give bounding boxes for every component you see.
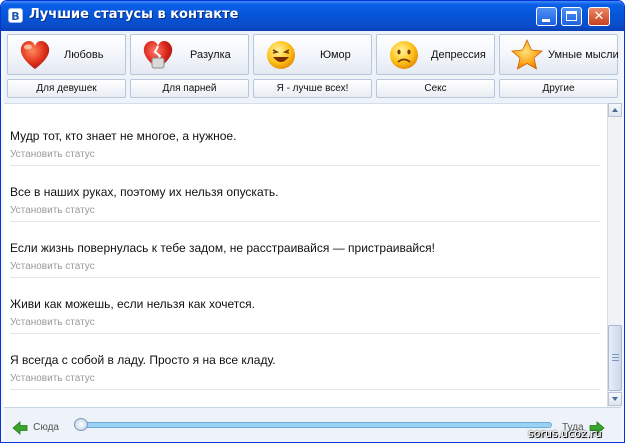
list-item: Мудр тот, кто знает не многое, а нужное.… bbox=[10, 110, 600, 166]
window-title: Лучшие статусы в контакте bbox=[29, 7, 239, 22]
minimize-button[interactable] bbox=[536, 7, 557, 26]
set-status-link[interactable]: Установить статус bbox=[10, 373, 95, 384]
category-smart-thoughts-button[interactable]: Умные мысли bbox=[499, 34, 619, 75]
vk-logo-icon: В bbox=[8, 8, 23, 23]
subcategory-girls-button[interactable]: Для девушек bbox=[7, 79, 126, 98]
minimize-icon bbox=[542, 19, 550, 22]
category-depression-button[interactable]: Депрессия bbox=[376, 34, 495, 75]
status-text: Я всегда с собой в ладу. Просто я на все… bbox=[10, 353, 276, 367]
set-status-link[interactable]: Установить статус bbox=[10, 205, 95, 216]
set-status-link[interactable]: Установить статус bbox=[10, 261, 95, 272]
category-label: Депрессия bbox=[431, 49, 486, 61]
close-icon: ✕ bbox=[593, 9, 605, 24]
maximize-button[interactable] bbox=[561, 7, 582, 26]
laughing-smiley-icon bbox=[267, 41, 295, 69]
arrow-left-icon bbox=[12, 420, 28, 435]
status-list: Мудр тот, кто знает не многое, а нужное.… bbox=[4, 103, 607, 407]
app-window: В Лучшие статусы в контакте ✕ Любовь Раз… bbox=[0, 0, 625, 443]
back-label: Сюда bbox=[33, 422, 59, 433]
list-item: Живи как можешь, если нельзя как хочется… bbox=[10, 278, 600, 334]
scroll-down-button[interactable] bbox=[608, 392, 622, 406]
set-status-link[interactable]: Установить статус bbox=[10, 317, 95, 328]
back-button[interactable]: Сюда bbox=[12, 417, 59, 435]
arrow-up-icon bbox=[612, 108, 618, 112]
progress-slider-thumb[interactable] bbox=[74, 418, 88, 431]
close-button[interactable]: ✕ bbox=[588, 7, 610, 26]
category-label: Умные мысли bbox=[548, 49, 619, 61]
status-text: Мудр тот, кто знает не многое, а нужное. bbox=[10, 129, 237, 143]
status-text: Все в наших руках, поэтому их нельзя опу… bbox=[10, 185, 279, 199]
category-label: Любовь bbox=[64, 49, 104, 61]
scroll-up-button[interactable] bbox=[608, 103, 622, 117]
list-item: Все в наших руках, поэтому их нельзя опу… bbox=[10, 166, 600, 222]
scroll-thumb[interactable] bbox=[608, 325, 622, 391]
category-label: Юмор bbox=[320, 49, 351, 61]
category-love-button[interactable]: Любовь bbox=[7, 34, 126, 75]
category-humor-button[interactable]: Юмор bbox=[253, 34, 372, 75]
category-breakup-button[interactable]: Разулка bbox=[130, 34, 249, 75]
progress-track[interactable] bbox=[76, 422, 552, 428]
arrow-down-icon bbox=[612, 397, 618, 401]
list-item: Если жизнь повернулась к тебе задом, не … bbox=[10, 222, 600, 278]
category-toolbar: Любовь Разулка Юмор Депрессия Умные мысл… bbox=[4, 31, 621, 103]
title-bar[interactable]: В Лучшие статусы в контакте ✕ bbox=[1, 1, 624, 31]
vertical-scrollbar[interactable] bbox=[607, 103, 622, 407]
category-label: Разулка bbox=[190, 49, 231, 61]
star-icon bbox=[511, 39, 543, 70]
heart-icon bbox=[20, 41, 50, 69]
watermark: sorus.ucoz.ru bbox=[528, 427, 602, 440]
list-item: Я всегда с собой в ладу. Просто я на все… bbox=[10, 334, 600, 390]
status-text: Живи как можешь, если нельзя как хочется… bbox=[10, 297, 255, 311]
set-status-link[interactable]: Установить статус bbox=[10, 149, 95, 160]
sad-smiley-icon bbox=[390, 41, 418, 69]
broken-heart-icon bbox=[143, 41, 173, 70]
subcategory-sex-button[interactable]: Секс bbox=[376, 79, 495, 98]
subcategory-other-button[interactable]: Другие bbox=[499, 79, 618, 98]
subcategory-guys-button[interactable]: Для парней bbox=[130, 79, 249, 98]
maximize-icon bbox=[566, 11, 577, 21]
status-text: Если жизнь повернулась к тебе задом, не … bbox=[10, 241, 435, 255]
subcategory-best-button[interactable]: Я - лучше всех! bbox=[253, 79, 372, 98]
